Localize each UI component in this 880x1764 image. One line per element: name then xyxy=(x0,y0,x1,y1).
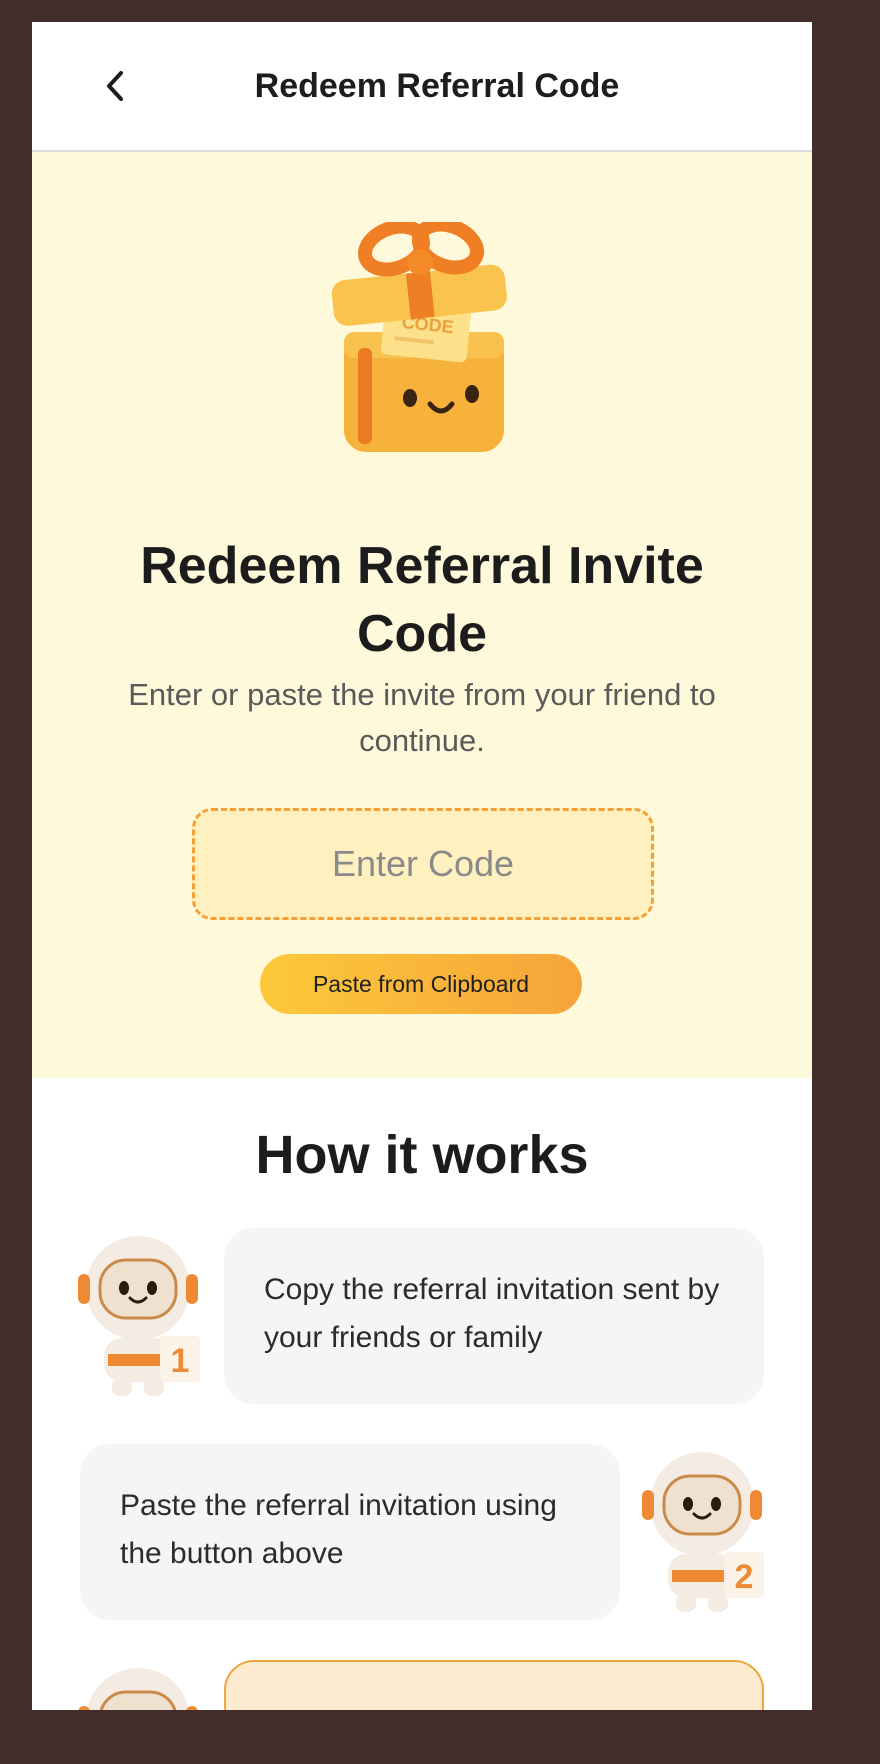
step-1-number: 1 xyxy=(171,1342,190,1380)
step-2-number: 2 xyxy=(735,1558,754,1596)
step-3-card xyxy=(224,1660,764,1710)
hero-subtitle: Enter or paste the invite from your frie… xyxy=(128,677,716,758)
step-2-card: Paste the referral invitation using the … xyxy=(80,1444,620,1620)
step-1-text: Copy the referral invitation sent by you… xyxy=(264,1273,720,1354)
step-2-text: Paste the referral invitation using the … xyxy=(120,1489,557,1570)
astronaut-mascot-icon xyxy=(78,1668,198,1710)
hero-title: Redeem Referral Invite Code xyxy=(140,537,704,663)
redeem-hero-section: CODE Redeem Referral Invite Code Enter o… xyxy=(32,152,812,1078)
gift-box-icon: CODE xyxy=(331,222,507,452)
referral-code-input[interactable] xyxy=(192,808,654,920)
astronaut-mascot-icon: 1 xyxy=(78,1236,200,1396)
app-screen: Redeem Referral Code CODE Redeem Referra… xyxy=(32,22,812,1710)
page-title: Redeem Referral Code xyxy=(254,67,620,105)
astronaut-mascot-icon: 2 xyxy=(642,1452,764,1612)
how-it-works-title: How it works xyxy=(255,1125,589,1185)
paste-from-clipboard-button[interactable]: Paste from Clipboard xyxy=(260,954,582,1014)
step-1-card: Copy the referral invitation sent by you… xyxy=(224,1228,764,1404)
top-bar: Redeem Referral Code xyxy=(32,22,812,152)
